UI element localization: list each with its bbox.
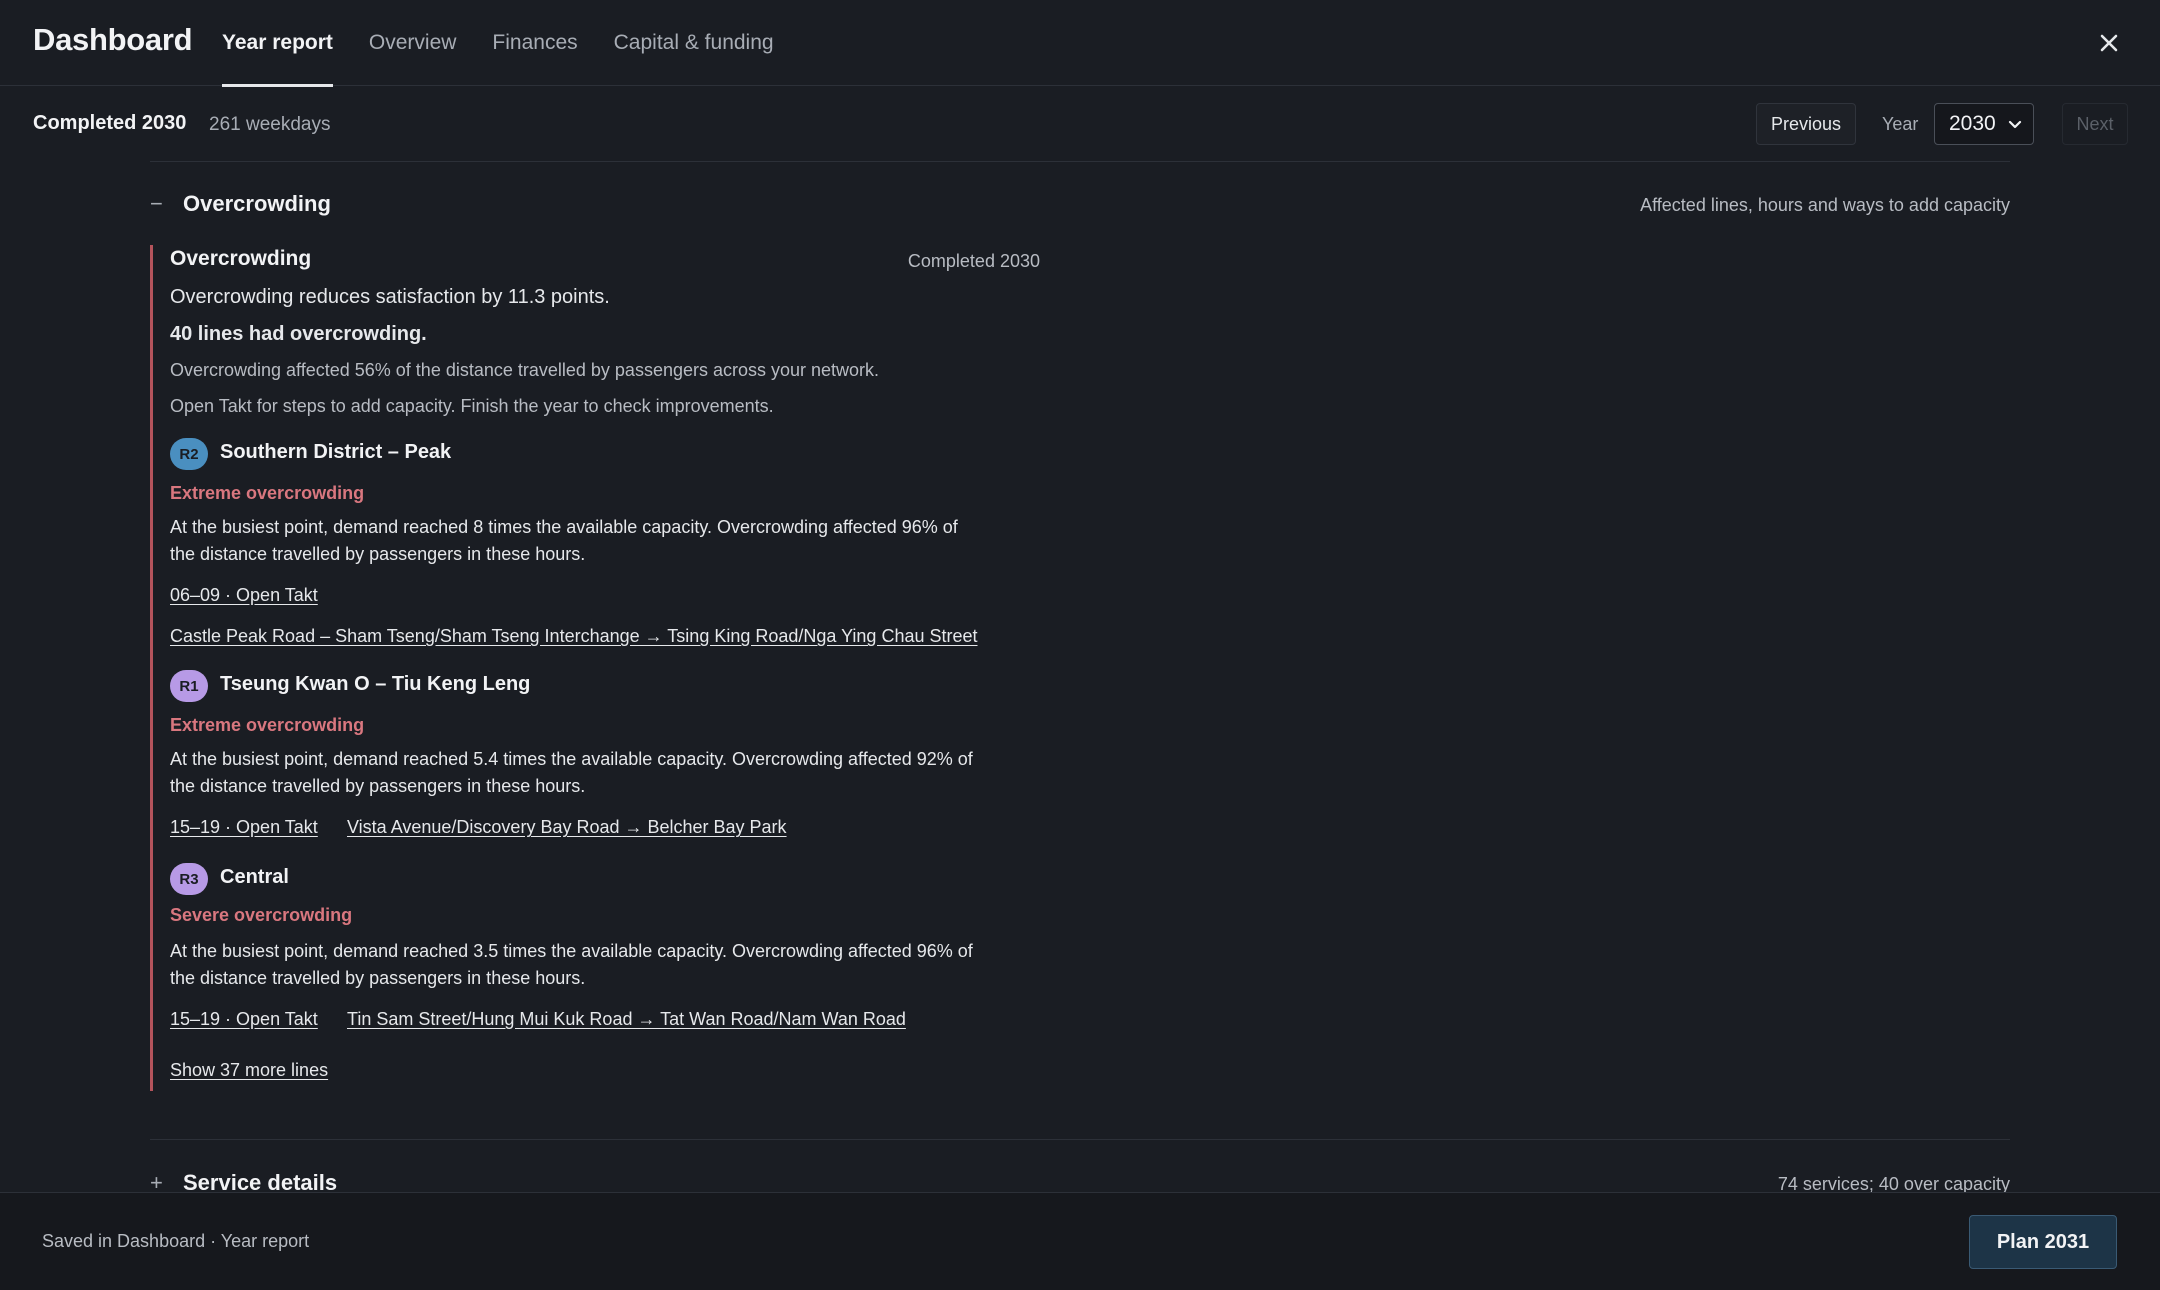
- line-badge: R2: [170, 438, 208, 470]
- list-item: R3 Central Severe overcrowding At the bu…: [170, 863, 1040, 1029]
- save-status: Saved in Dashboard · Year report: [42, 1231, 310, 1251]
- top-navigation-bar: Dashboard Year report Overview Finances …: [0, 0, 2160, 87]
- overcrowding-section-header[interactable]: − Overcrowding Affected lines, hours and…: [150, 187, 2010, 227]
- line-name: Central: [220, 866, 289, 888]
- open-takt-link[interactable]: 15–19 · Open Takt: [170, 1009, 318, 1030]
- close-icon: [2100, 34, 2118, 52]
- tab-capital-funding[interactable]: Capital & funding: [614, 0, 774, 86]
- panel-title: Overcrowding: [170, 247, 312, 270]
- line-description-2: the distance travelled by passengers in …: [170, 968, 586, 988]
- line-description: At the busiest point, demand reached 3.5…: [170, 938, 1040, 992]
- severity-label: Extreme overcrowding: [170, 483, 365, 503]
- divider: [150, 161, 2010, 162]
- plan-next-year-button[interactable]: Plan 2031: [1969, 1215, 2117, 1269]
- severity-label: Extreme overcrowding: [170, 715, 365, 735]
- severity-label: Severe overcrowding: [170, 905, 353, 925]
- previous-button[interactable]: Previous: [1756, 103, 1856, 145]
- line-badge: R1: [170, 670, 208, 702]
- line-badge: R3: [170, 863, 208, 895]
- takt-hint: Open Takt for steps to add capacity. Fin…: [170, 396, 774, 416]
- weekdays-count: 261 weekdays: [209, 114, 331, 135]
- list-item: R1 Tseung Kwan O – Tiu Keng Leng Extreme…: [170, 670, 1040, 837]
- line-description: At the busiest point, demand reached 8 t…: [170, 514, 1040, 568]
- open-takt-link[interactable]: 15–19 · Open Takt: [170, 817, 318, 838]
- show-more-lines-link[interactable]: Show 37 more lines: [170, 1060, 328, 1081]
- route-link[interactable]: Castle Peak Road – Sham Tseng/Sham Tseng…: [170, 626, 978, 647]
- line-name: Tseung Kwan O – Tiu Keng Leng: [220, 673, 531, 695]
- line-description-2: the distance travelled by passengers in …: [170, 776, 586, 796]
- footer-bar: Saved in Dashboard · Year report Plan 20…: [0, 1192, 2160, 1290]
- section-title: Overcrowding: [183, 191, 331, 216]
- route-link[interactable]: Vista Avenue/Discovery Bay Road → Belche…: [347, 817, 787, 838]
- year-label: Year: [1882, 114, 1919, 134]
- line-description: At the busiest point, demand reached 5.4…: [170, 746, 1040, 800]
- list-item: R2 Southern District – Peak Extreme over…: [170, 438, 1040, 646]
- line-name: Southern District – Peak: [220, 441, 452, 463]
- tab-finances[interactable]: Finances: [492, 0, 577, 86]
- divider: [150, 1139, 2010, 1140]
- line-description-1: At the busiest point, demand reached 3.5…: [170, 941, 973, 961]
- collapse-icon[interactable]: −: [150, 191, 164, 217]
- year-select[interactable]: 2030: [1934, 103, 2034, 145]
- tab-year-report[interactable]: Year report: [222, 0, 333, 87]
- year-toolbar: Completed 2030 261 weekdays Previous Yea…: [0, 86, 2160, 162]
- section-meta: Affected lines, hours and ways to add ca…: [1640, 195, 2010, 215]
- app-title: Dashboard: [33, 22, 193, 57]
- network-distance-note: Overcrowding affected 56% of the distanc…: [170, 360, 880, 380]
- route-link[interactable]: Tin Sam Street/Hung Mui Kuk Road → Tat W…: [347, 1009, 906, 1030]
- next-button[interactable]: Next: [2062, 103, 2128, 145]
- completed-year-label: Completed 2030: [33, 112, 187, 134]
- tab-list: Year report Overview Finances Capital & …: [222, 0, 810, 87]
- tab-overview[interactable]: Overview: [369, 0, 457, 86]
- line-description-1: At the busiest point, demand reached 5.4…: [170, 749, 973, 769]
- satisfaction-summary: Overcrowding reduces satisfaction by 11.…: [170, 286, 610, 308]
- close-button[interactable]: [2094, 28, 2124, 58]
- chevron-down-icon: [2008, 120, 2022, 129]
- open-takt-link[interactable]: 06–09 · Open Takt: [170, 585, 318, 606]
- panel-status: Completed 2030: [907, 251, 1040, 271]
- year-select-value: 2030: [1949, 112, 1996, 135]
- overcrowding-panel: Overcrowding Completed 2030 Overcrowding…: [150, 245, 1040, 1091]
- line-description-1: At the busiest point, demand reached 8 t…: [170, 517, 958, 537]
- overcrowded-lines-count: 40 lines had overcrowding.: [170, 323, 427, 345]
- line-description-2: the distance travelled by passengers in …: [170, 544, 586, 564]
